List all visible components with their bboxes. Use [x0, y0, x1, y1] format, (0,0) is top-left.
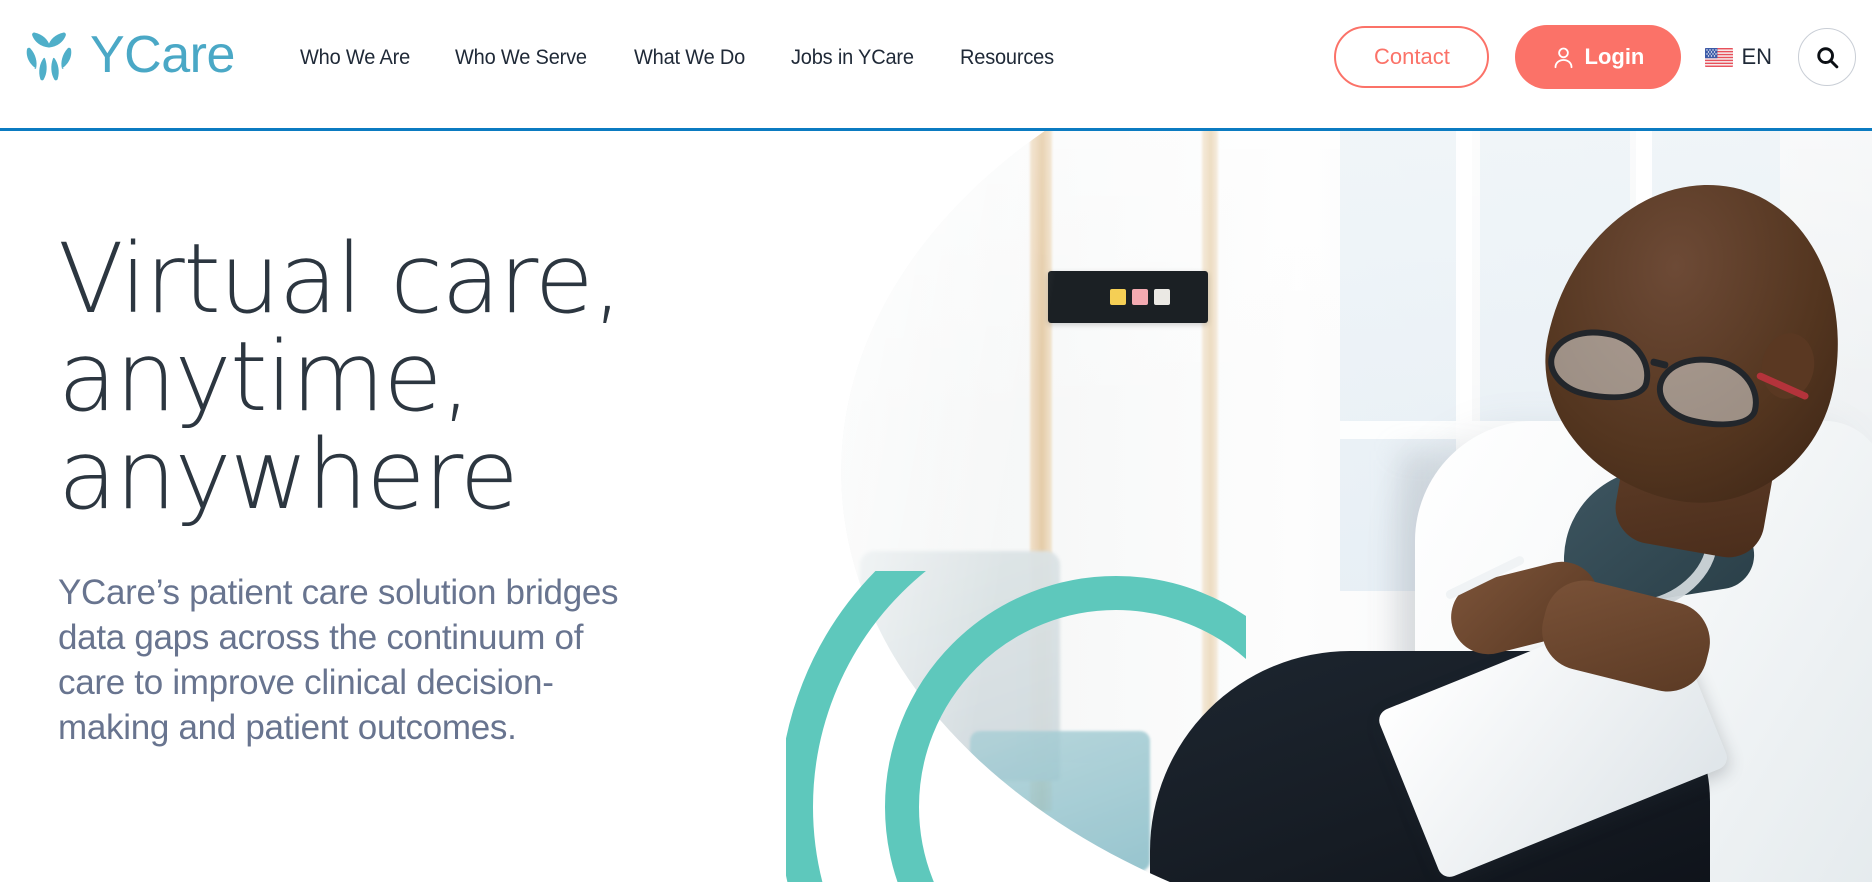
nav-what-we-do[interactable]: What We Do [634, 45, 745, 70]
chair-teal [970, 731, 1150, 871]
ycare-trefoil-logo-icon [14, 22, 84, 88]
login-button[interactable]: Login [1515, 25, 1682, 89]
header-bottom-rule [0, 128, 1872, 131]
language-selector[interactable]: EN [1705, 44, 1772, 70]
lens-right [1650, 345, 1768, 439]
hero-section: Virtual care, anytime, anywhere YCare’s … [0, 131, 1872, 882]
logo-wordmark: YCare [90, 26, 235, 84]
hero-subtitle: YCare’s patient care solution bridges da… [58, 572, 619, 748]
search-button[interactable] [1798, 28, 1856, 86]
user-icon [1553, 46, 1574, 69]
page-root: YCare Who We Are Who We Serve What We Do… [0, 0, 1872, 882]
hero-image-circular-mask [841, 131, 1872, 882]
site-header: YCare Who We Are Who We Serve What We Do… [0, 0, 1872, 130]
language-code: EN [1741, 44, 1772, 69]
nav-resources[interactable]: Resources [960, 45, 1054, 70]
login-label: Login [1584, 44, 1645, 69]
us-flag-icon [1705, 47, 1734, 67]
nav-who-we-serve[interactable]: Who We Serve [455, 45, 587, 70]
monitor-indicator [1110, 289, 1126, 305]
hero-copy: Virtual care, anytime, anywhere YCare’s … [58, 223, 798, 750]
contact-button[interactable]: Contact [1334, 26, 1490, 88]
hero-title: Virtual care, anytime, anywhere [58, 223, 623, 531]
doctor-figure [1150, 131, 1872, 882]
hero-image [820, 131, 1872, 882]
nav-jobs-in-ycare[interactable]: Jobs in YCare [791, 45, 914, 70]
search-icon [1815, 45, 1840, 70]
main-navigation: Who We Are Who We Serve What We Do Jobs … [300, 40, 1061, 74]
header-actions: Contact Login EN [1334, 22, 1856, 92]
glasses-bridge [1649, 357, 1669, 370]
nav-who-we-are[interactable]: Who We Are [300, 45, 410, 70]
lens-left [1541, 318, 1660, 412]
logo[interactable]: YCare [14, 22, 235, 88]
monitor-indicator [1132, 289, 1148, 305]
